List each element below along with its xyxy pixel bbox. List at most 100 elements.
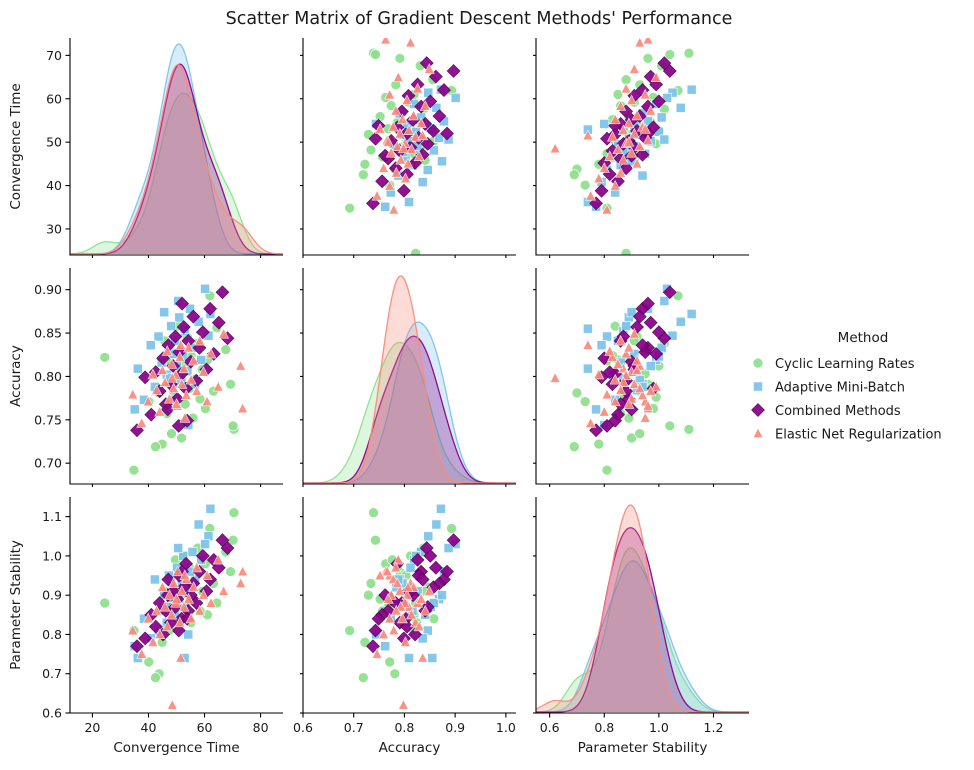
data-point-square <box>656 112 667 123</box>
y-tick-label: 0.7 <box>42 666 62 681</box>
data-point-circle <box>228 507 240 519</box>
kde-panel-1 <box>303 275 516 484</box>
data-point-circle <box>568 441 580 453</box>
data-point-circle <box>601 464 613 476</box>
y-tick-label: 60 <box>46 91 62 106</box>
data-point-circle <box>150 441 161 453</box>
data-point-circle <box>344 625 356 636</box>
data-point-square <box>173 543 184 554</box>
data-point-circle <box>664 49 676 60</box>
x-tick-label: 80 <box>253 720 269 735</box>
data-point-circle <box>683 47 695 59</box>
data-point-triangle <box>235 577 247 588</box>
data-point-triangle <box>642 38 654 45</box>
x-tick-label: 20 <box>84 720 100 735</box>
data-point-circle <box>227 420 239 432</box>
data-point-square <box>591 404 602 415</box>
data-point-square <box>582 363 593 374</box>
data-point-square <box>196 355 207 365</box>
y-axis-label-row1: Accuracy <box>8 345 24 407</box>
data-point-square <box>187 547 198 557</box>
data-point-square <box>621 321 632 332</box>
data-point-square <box>166 321 177 332</box>
data-point-square <box>159 307 170 318</box>
data-point-circle <box>664 420 676 432</box>
data-point-circle <box>368 507 379 519</box>
data-point-square <box>145 340 156 351</box>
data-point-square <box>437 590 447 601</box>
data-point-circle <box>571 387 583 399</box>
scatter-panel-r2-c0 <box>99 503 249 710</box>
legend-item-2[interactable]: Combined Methods <box>751 403 901 419</box>
data-point-triangle <box>237 402 249 414</box>
data-point-circle <box>99 351 111 363</box>
data-point-triangle <box>639 412 651 423</box>
data-point-circle <box>176 432 187 444</box>
y-axis-label-row0: Convergence Time <box>8 83 24 209</box>
data-point-square <box>129 404 140 415</box>
data-point-circle <box>752 357 764 369</box>
y-tick-label: 0.9 <box>42 588 62 603</box>
data-point-triangle <box>371 189 383 201</box>
y-tick-label: 0.85 <box>34 326 62 341</box>
data-point-circle <box>358 672 369 684</box>
y-tick-label: 1.1 <box>42 509 62 524</box>
data-point-triangle <box>549 142 561 154</box>
legend-item-1[interactable]: Adaptive Mini-Batch <box>753 381 905 396</box>
data-point-circle <box>634 428 646 440</box>
data-point-diamond <box>751 403 765 417</box>
data-point-diamond <box>446 64 461 78</box>
data-point-square <box>205 503 216 514</box>
data-point-square <box>404 653 414 663</box>
data-point-square <box>193 519 204 530</box>
data-point-triangle <box>380 38 392 45</box>
data-point-circle <box>384 656 396 668</box>
data-point-square <box>582 323 593 334</box>
kde-fill <box>303 276 516 483</box>
legend-label: Elastic Net Regularization <box>775 428 942 443</box>
x-tick-label: 0.7 <box>344 720 364 735</box>
data-point-triangle <box>127 388 139 400</box>
data-point-circle <box>225 566 236 577</box>
legend-item-0[interactable]: Cyclic Learning Rates <box>752 357 915 372</box>
data-point-triangle <box>417 651 429 663</box>
data-point-triangle <box>235 359 247 371</box>
legend-label: Combined Methods <box>775 404 901 419</box>
scatter-panel-r1-c2 <box>549 283 697 476</box>
data-point-circle <box>612 89 624 100</box>
scatter-panel-r2-c1 <box>344 503 461 710</box>
data-point-square <box>422 164 433 175</box>
scatter-panel-r0-c1 <box>344 38 461 255</box>
data-point-square <box>753 381 763 392</box>
data-point-circle <box>128 464 140 476</box>
y-tick-label: 0.90 <box>34 282 62 297</box>
scatter-matrix-figure: Scatter Matrix of Gradient Descent Metho… <box>0 0 974 770</box>
x-tick-label: 40 <box>141 720 157 735</box>
y-tick-label: 0.6 <box>42 706 62 721</box>
legend-title: Method <box>838 330 889 346</box>
data-point-square <box>132 363 143 374</box>
data-point-diamond <box>643 315 658 330</box>
chart-title: Scatter Matrix of Gradient Descent Metho… <box>226 9 733 29</box>
data-point-triangle <box>166 699 178 710</box>
data-point-circle <box>568 169 580 181</box>
legend-item-3[interactable]: Elastic Net Regularization <box>752 427 942 443</box>
data-point-triangle <box>392 71 404 83</box>
scatter-panel-r1-c0 <box>99 283 249 476</box>
legend-label: Cyclic Learning Rates <box>775 357 915 372</box>
data-point-circle <box>365 144 377 156</box>
x-axis-label-col1: Accuracy <box>379 740 441 756</box>
data-point-circle <box>410 247 421 255</box>
data-point-square <box>686 309 697 319</box>
y-tick-label: 1.0 <box>42 548 62 563</box>
x-axis-label-col2: Parameter Stability <box>578 740 708 756</box>
data-point-square <box>149 574 160 585</box>
y-tick-label: 40 <box>46 178 62 193</box>
y-tick-label: 30 <box>46 221 62 236</box>
data-point-square <box>200 539 211 550</box>
data-point-square <box>174 312 185 323</box>
data-point-square <box>596 340 607 351</box>
data-point-square <box>659 134 670 145</box>
x-tick-label: 0.6 <box>540 720 560 735</box>
data-point-circle <box>683 423 695 435</box>
